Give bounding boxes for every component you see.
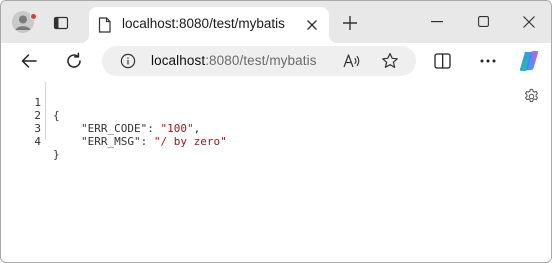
back-icon[interactable] <box>20 52 38 70</box>
line-number: 4 <box>34 135 41 148</box>
tab-actions-icon[interactable] <box>53 15 69 31</box>
url-path: :8080/test/mybatis <box>205 53 317 68</box>
more-icon[interactable] <box>480 59 496 63</box>
notification-dot <box>30 13 37 20</box>
json-close-brace: } <box>53 148 60 161</box>
json-entry: "ERR_MSG": "/ by zero" <box>81 135 227 148</box>
url-text[interactable]: localhost:8080/test/mybatis <box>151 53 317 68</box>
active-tab[interactable]: localhost:8080/test/mybatis <box>89 7 329 43</box>
info-icon[interactable] <box>120 53 136 69</box>
browser-window: localhost:8080/test/mybatis localhost:80… <box>0 0 552 263</box>
code-line: 1 { <box>2 83 59 122</box>
read-aloud-icon[interactable] <box>343 53 361 69</box>
copilot-icon[interactable] <box>518 50 540 72</box>
close-icon[interactable] <box>306 19 318 31</box>
favorite-icon[interactable] <box>381 52 399 70</box>
new-tab-icon[interactable] <box>342 15 358 31</box>
refresh-icon[interactable] <box>65 52 83 70</box>
code-line: 2 "ERR_CODE": "100", <box>2 96 200 135</box>
minimize-icon[interactable] <box>431 21 443 23</box>
settings-icon[interactable] <box>523 88 540 105</box>
json-viewer: 1 { 2 "ERR_CODE": "100", 3 "ERR_MSG": "/… <box>2 79 551 262</box>
url-host: localhost <box>151 53 206 68</box>
json-separator: : <box>147 122 161 135</box>
maximize-icon[interactable] <box>478 16 489 27</box>
tab-strip: localhost:8080/test/mybatis <box>1 1 551 43</box>
code-line: 3 "ERR_MSG": "/ by zero" <box>2 109 226 148</box>
json-entry: "ERR_CODE": "100", <box>81 122 200 135</box>
split-screen-icon[interactable] <box>434 53 451 69</box>
json-value: "100" <box>160 122 194 135</box>
json-separator: : <box>140 135 154 148</box>
code-line: 4 } <box>2 122 59 161</box>
json-key: "ERR_CODE" <box>81 122 148 135</box>
json-value: "/ by zero" <box>153 135 227 148</box>
json-comma: , <box>193 122 201 135</box>
json-open-brace: { <box>53 109 60 122</box>
address-bar[interactable]: localhost:8080/test/mybatis <box>102 46 416 76</box>
navigation-toolbar: localhost:8080/test/mybatis <box>1 43 551 79</box>
page-icon <box>98 17 111 33</box>
window-close-icon[interactable] <box>523 16 535 28</box>
json-key: "ERR_MSG" <box>81 135 141 148</box>
tab-title: localhost:8080/test/mybatis <box>122 16 285 31</box>
